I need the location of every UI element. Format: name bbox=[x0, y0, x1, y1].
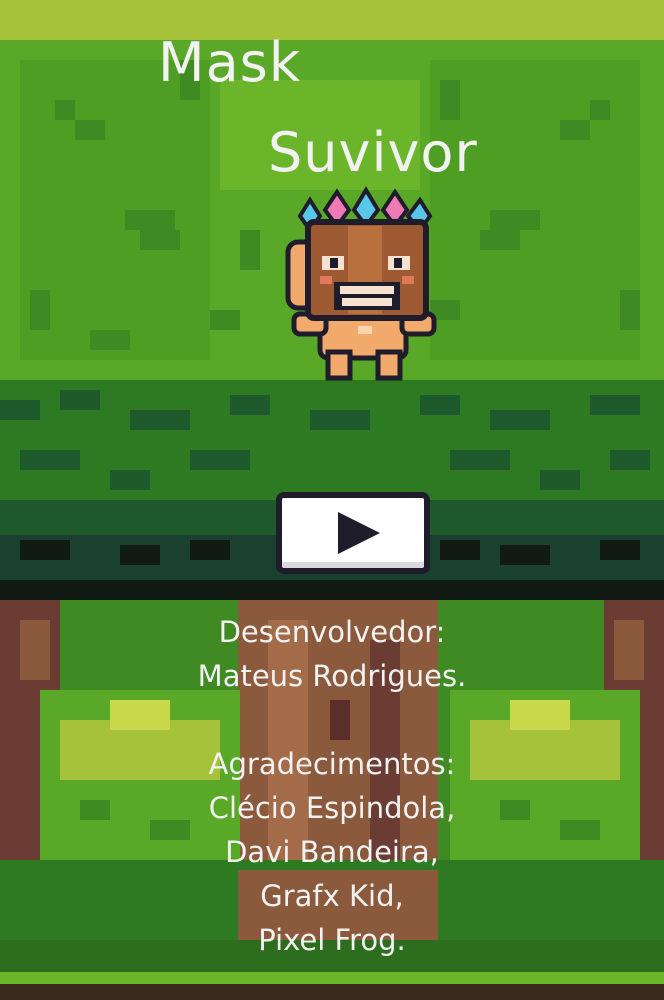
game-title-line-1: Mask bbox=[158, 31, 302, 94]
thanks-item: Clécio Espindola, bbox=[208, 791, 456, 825]
game-title-line-2: Suvivor bbox=[268, 121, 478, 184]
game-screen: Mask Suvivor Desenvolvedor: Mateus Rodri… bbox=[0, 0, 664, 1000]
tiki-mask-character bbox=[285, 186, 437, 381]
developer-name: Mateus Rodrigues. bbox=[197, 659, 467, 693]
credits-panel: Desenvolvedor: Mateus Rodrigues. Agradec… bbox=[0, 610, 664, 962]
play-triangle-icon bbox=[338, 512, 380, 554]
developer-heading: Desenvolvedor: bbox=[218, 615, 446, 649]
credits-spacer bbox=[0, 698, 664, 742]
play-button[interactable] bbox=[276, 492, 430, 574]
thanks-item: Pixel Frog. bbox=[258, 923, 406, 957]
thanks-heading: Agradecimentos: bbox=[208, 747, 456, 781]
thanks-item: Grafx Kid, bbox=[260, 879, 404, 913]
thanks-item: Davi Bandeira, bbox=[225, 835, 439, 869]
